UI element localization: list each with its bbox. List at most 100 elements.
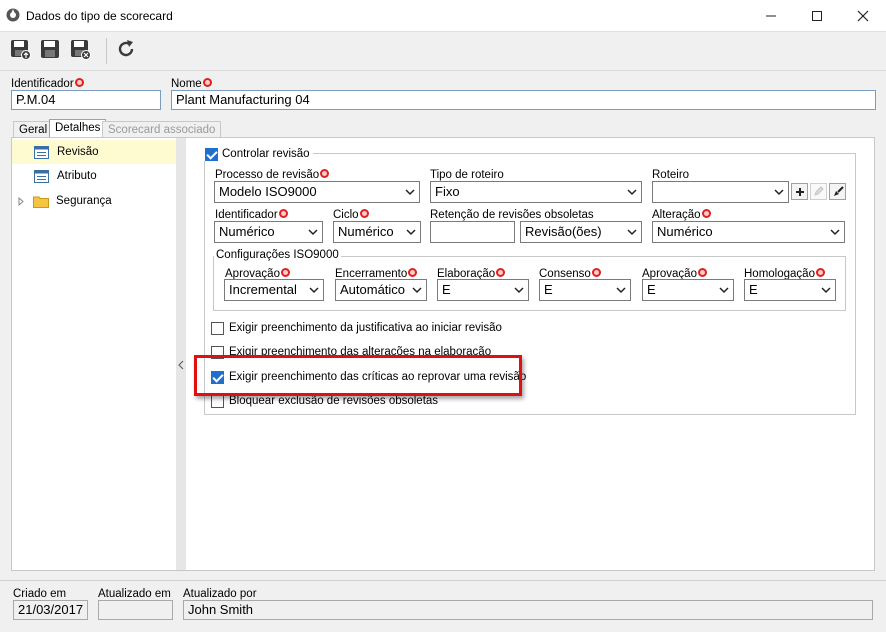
controlar-revisao-legend: Controlar revisão bbox=[202, 147, 313, 161]
chevron-down-icon bbox=[412, 287, 422, 294]
processo-select[interactable]: Modelo ISO9000 bbox=[214, 181, 420, 203]
required-icon bbox=[701, 209, 711, 218]
tree-item-label: Atributo bbox=[57, 170, 97, 182]
chevron-down-icon bbox=[830, 229, 840, 236]
chevron-down-icon bbox=[821, 287, 831, 294]
controlar-revisao-label: Controlar revisão bbox=[222, 148, 310, 160]
chevron-down-icon bbox=[405, 189, 415, 196]
required-icon bbox=[496, 268, 506, 277]
tree-item-revisao[interactable]: Revisão bbox=[12, 140, 176, 164]
form-icon bbox=[34, 169, 49, 183]
toolbar-separator bbox=[106, 38, 107, 64]
close-icon bbox=[857, 10, 869, 21]
iso-aprovacao-select[interactable]: Incremental bbox=[224, 279, 324, 301]
atualizado-em-label: Atualizado em bbox=[98, 588, 171, 600]
nome-field[interactable]: Plant Manufacturing 04 bbox=[171, 90, 876, 110]
required-icon bbox=[202, 78, 212, 87]
identificador-rev-select[interactable]: Numérico bbox=[214, 221, 323, 243]
close-button[interactable] bbox=[840, 0, 886, 31]
chevron-down-icon bbox=[309, 287, 319, 294]
tree-item-label: Revisão bbox=[57, 146, 99, 158]
criado-label: Criado em bbox=[13, 588, 67, 600]
add-roteiro-button[interactable] bbox=[791, 183, 808, 200]
required-icon bbox=[278, 209, 288, 218]
required-icon bbox=[591, 268, 601, 277]
controlar-revisao-checkbox[interactable] bbox=[205, 147, 218, 161]
refresh-button[interactable] bbox=[113, 36, 139, 62]
required-icon bbox=[74, 78, 84, 87]
iso-elaboracao-select[interactable]: E bbox=[437, 279, 529, 301]
tipo-roteiro-select[interactable]: Fixo bbox=[430, 181, 642, 203]
option-justificativa-label: Exigir preenchimento da justificativa ao… bbox=[229, 322, 502, 334]
atualizado-em-field bbox=[98, 600, 173, 620]
chevron-down-icon bbox=[406, 229, 416, 236]
identificador-field[interactable]: P.M.04 bbox=[11, 90, 161, 110]
save-new-button[interactable] bbox=[37, 36, 63, 62]
iso-homologacao-select[interactable]: E bbox=[744, 279, 836, 301]
iso9000-legend: Configurações ISO9000 bbox=[214, 249, 341, 261]
identificador-rev-label: Identificador bbox=[215, 209, 288, 221]
tree-item-atributo[interactable]: Atributo bbox=[12, 164, 176, 188]
maximize-icon bbox=[812, 10, 822, 21]
pencil-icon bbox=[814, 186, 824, 196]
chevron-down-icon bbox=[616, 287, 626, 294]
identificador-label: Identificador bbox=[11, 78, 84, 90]
chevron-down-icon bbox=[774, 189, 784, 196]
tree-item-label: Segurança bbox=[56, 195, 112, 207]
option-justificativa-checkbox[interactable] bbox=[211, 322, 224, 335]
nome-label: Nome bbox=[171, 78, 212, 90]
chevron-down-icon bbox=[719, 287, 729, 294]
ciclo-label: Ciclo bbox=[333, 209, 369, 221]
retencao-unit-select[interactable]: Revisão(ões) bbox=[520, 221, 642, 243]
required-icon bbox=[815, 268, 825, 277]
retencao-input[interactable] bbox=[430, 221, 515, 243]
required-icon bbox=[697, 268, 707, 277]
minimize-button[interactable] bbox=[748, 0, 794, 31]
iso-consenso-select[interactable]: E bbox=[539, 279, 631, 301]
roteiro-label: Roteiro bbox=[652, 169, 690, 181]
app-icon bbox=[6, 8, 20, 22]
criado-field: 21/03/2017 bbox=[13, 600, 88, 620]
required-icon bbox=[408, 268, 418, 277]
save-new-icon bbox=[41, 40, 59, 58]
collapse-arrow-icon bbox=[178, 360, 184, 370]
save-close-icon bbox=[71, 40, 91, 60]
folder-icon bbox=[33, 196, 49, 208]
chevron-down-icon bbox=[308, 229, 318, 236]
atualizado-por-label: Atualizado por bbox=[183, 588, 257, 600]
ciclo-select[interactable]: Numérico bbox=[333, 221, 421, 243]
edit-roteiro-button[interactable] bbox=[810, 183, 827, 200]
title-bar: Dados do tipo de scorecard bbox=[0, 0, 886, 32]
save-icon bbox=[11, 40, 31, 60]
expand-arrow-icon bbox=[18, 196, 24, 206]
chevron-down-icon bbox=[627, 229, 637, 236]
roteiro-select[interactable] bbox=[652, 181, 789, 203]
save-close-button[interactable] bbox=[67, 36, 93, 62]
iso-aprovacao2-select[interactable]: E bbox=[642, 279, 734, 301]
brush-icon bbox=[833, 185, 844, 196]
window-title: Dados do tipo de scorecard bbox=[26, 9, 173, 23]
chevron-down-icon bbox=[514, 287, 524, 294]
required-icon bbox=[359, 209, 369, 218]
option-bloquear-label: Bloquear exclusão de revisões obsoletas bbox=[229, 395, 439, 407]
tree-item-seguranca[interactable]: Segurança bbox=[12, 189, 176, 213]
alteracao-select[interactable]: Numérico bbox=[652, 221, 845, 243]
form-icon bbox=[34, 145, 49, 159]
required-icon bbox=[280, 268, 290, 277]
navigation-tree: Revisão Atributo Segurança bbox=[12, 138, 176, 570]
maximize-button[interactable] bbox=[794, 0, 840, 31]
iso-encerramento-select[interactable]: Automático bbox=[335, 279, 427, 301]
option-bloquear-checkbox[interactable] bbox=[211, 395, 224, 408]
chevron-down-icon bbox=[627, 189, 637, 196]
alteracao-label: Alteração bbox=[652, 209, 711, 221]
retencao-label: Retenção de revisões obsoletas bbox=[430, 209, 594, 221]
highlight-box bbox=[194, 355, 522, 396]
save-button[interactable] bbox=[7, 36, 33, 62]
splitter[interactable] bbox=[176, 138, 186, 570]
processo-label: Processo de revisão bbox=[215, 169, 330, 181]
toolbar bbox=[0, 32, 886, 71]
minimize-icon bbox=[766, 15, 776, 16]
tipo-roteiro-label: Tipo de roteiro bbox=[430, 169, 504, 181]
atualizado-por-field: John Smith bbox=[183, 600, 873, 620]
clear-roteiro-button[interactable] bbox=[829, 183, 846, 200]
